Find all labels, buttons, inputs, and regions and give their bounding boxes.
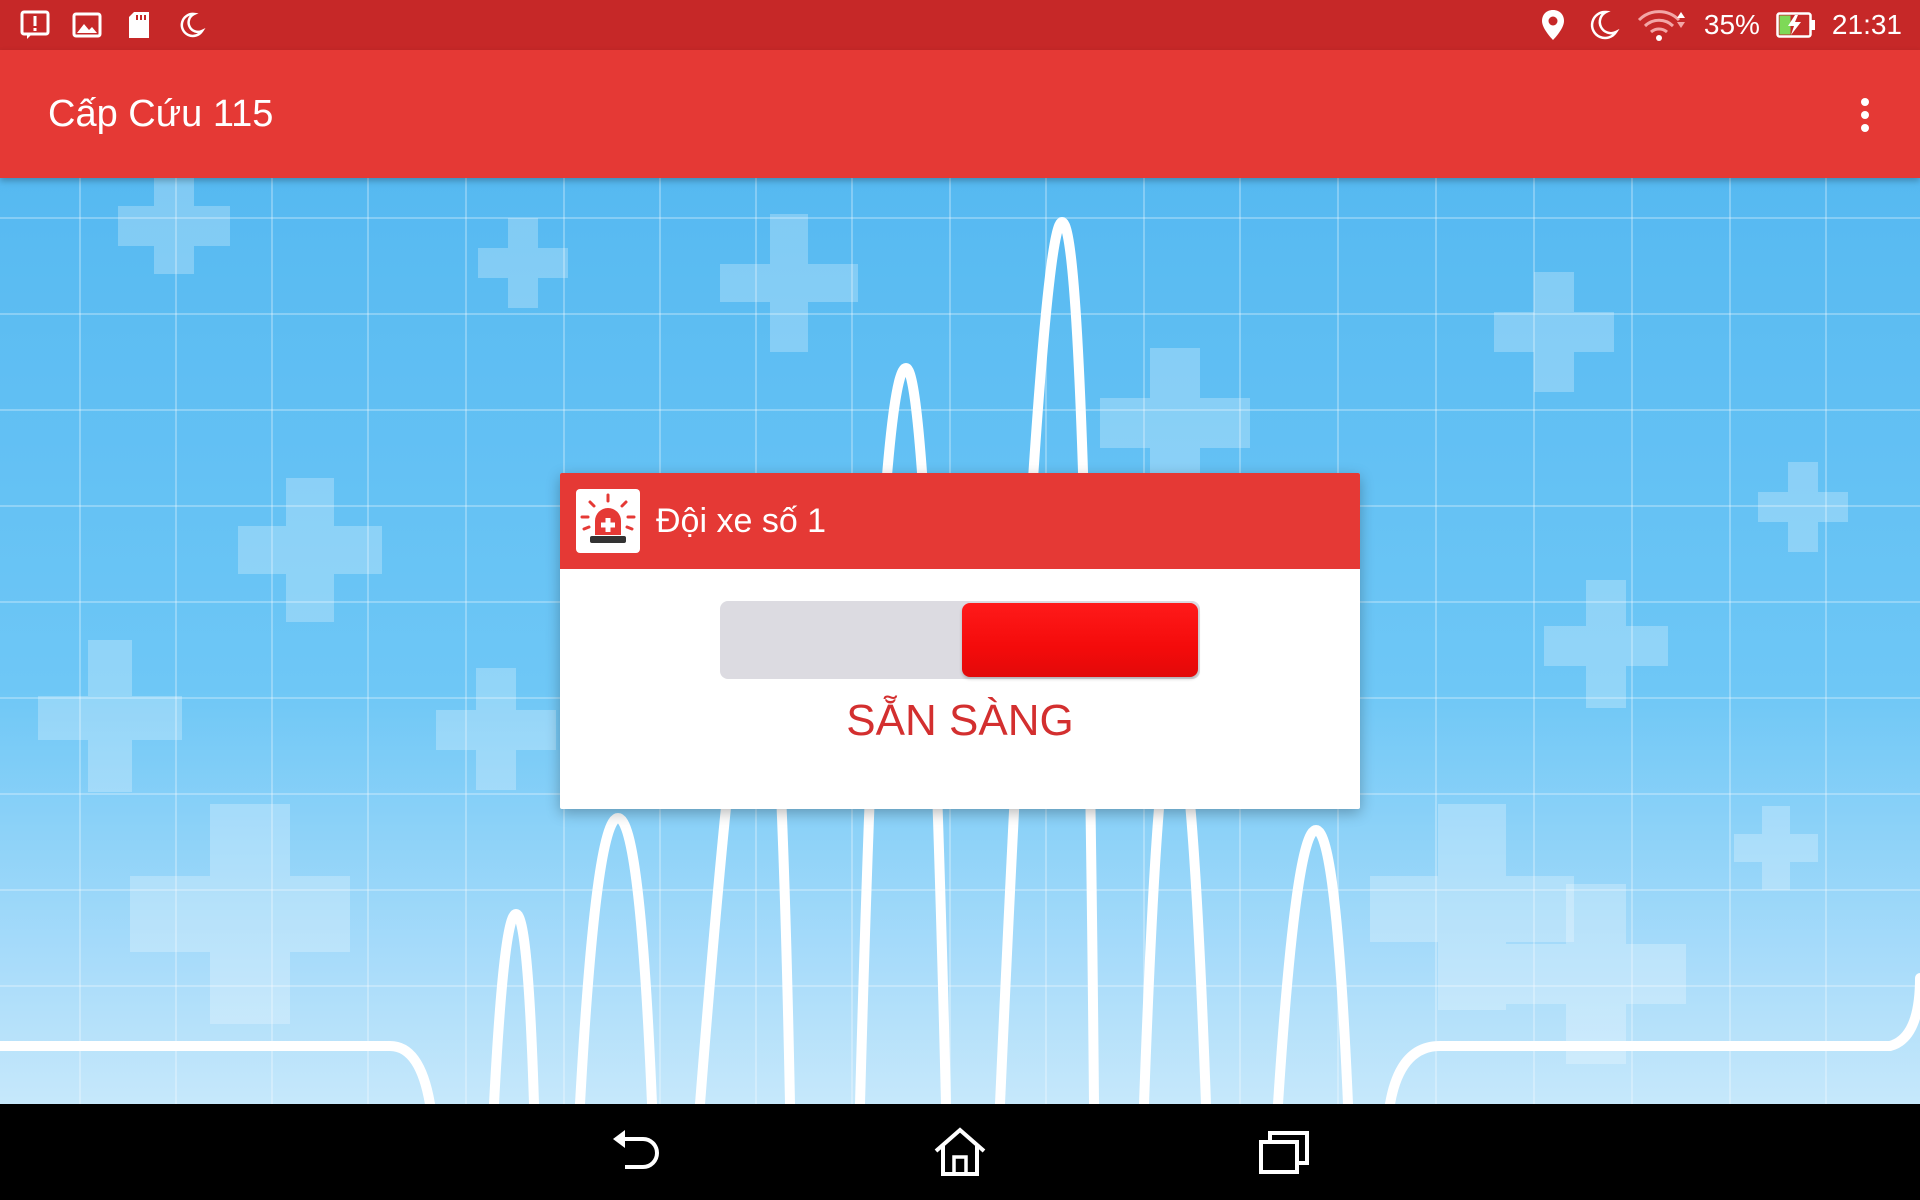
alert-icon <box>18 8 52 42</box>
navigation-bar <box>0 1104 1920 1200</box>
toggle-thumb[interactable] <box>962 603 1198 677</box>
recents-icon[interactable] <box>1252 1122 1316 1182</box>
battery-charging-icon <box>1776 8 1816 42</box>
ready-toggle-switch[interactable] <box>720 601 1200 679</box>
app-bar: Cấp Cứu 115 <box>0 50 1920 178</box>
home-icon[interactable] <box>928 1122 992 1182</box>
status-bar: 35% 21:31 <box>0 0 1920 50</box>
status-bar-left <box>18 0 208 50</box>
clock-time: 21:31 <box>1831 9 1902 40</box>
sd-card-icon <box>122 8 156 42</box>
location-icon <box>1536 8 1570 42</box>
more-vert-icon[interactable] <box>1840 90 1890 140</box>
status-bar-right: 35% 21:31 <box>1536 0 1902 50</box>
battery-percent: 35% <box>1703 9 1760 40</box>
dialog-title: Đội xe số 1 <box>656 502 827 540</box>
wifi-icon <box>1636 8 1688 42</box>
back-icon[interactable] <box>604 1122 668 1182</box>
ambulance-siren-icon <box>576 489 640 553</box>
app-title: Cấp Cứu 115 <box>48 93 274 135</box>
status-label: SẴN SÀNG <box>846 696 1074 745</box>
unit-status-dialog: Đội xe số 1 SẴN SÀNG <box>560 473 1360 809</box>
image-icon <box>70 8 104 42</box>
moon-icon <box>174 8 208 42</box>
dialog-header: Đội xe số 1 <box>560 473 1360 569</box>
moon-icon <box>1586 8 1620 42</box>
